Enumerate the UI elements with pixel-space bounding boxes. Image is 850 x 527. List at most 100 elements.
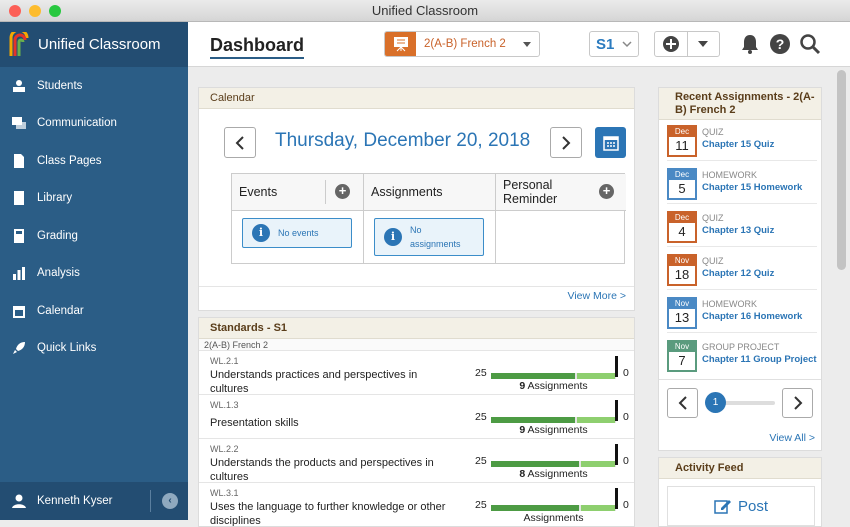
recent-assignments-header: Recent Assignments - 2(A-B) French 2 (659, 88, 821, 120)
assignment-type: GROUP PROJECT (702, 342, 780, 352)
personal-reminder-header: Personal Reminder (503, 178, 558, 206)
minimize-window-button[interactable] (29, 5, 41, 17)
due-month: Nov (669, 299, 695, 309)
previous-day-button[interactable] (224, 127, 256, 158)
next-page-button[interactable] (782, 388, 813, 418)
calculator-icon (14, 228, 24, 243)
assignment-item[interactable]: Nov 7 GROUP PROJECT Chapter 11 Group Proj… (667, 337, 817, 376)
user-menu[interactable]: Kenneth Kyser ‹ (0, 482, 188, 520)
standard-scale-max: 0 (623, 411, 629, 423)
standard-scale-min: 25 (475, 411, 487, 423)
calendar-card-header: Calendar (199, 88, 634, 109)
due-day: 11 (675, 138, 689, 153)
sidebar-item-communication[interactable]: Communication (0, 105, 188, 143)
sidebar-item-label: Students (37, 79, 83, 92)
standard-progress-bar (491, 461, 616, 467)
window-title: Unified Classroom (371, 3, 479, 18)
zoom-window-button[interactable] (49, 5, 61, 17)
next-day-button[interactable] (550, 127, 582, 158)
info-icon: i (252, 224, 270, 242)
due-date-icon: Dec 4 (667, 211, 697, 243)
post-button[interactable]: Post (667, 486, 815, 526)
class-selector-label: 2(A-B) French 2 (424, 38, 506, 50)
assignments-header: Assignments (371, 185, 443, 199)
standard-row[interactable]: WL.2.1 Understands practices and perspec… (199, 351, 634, 395)
standard-description: Understands the products and perspective… (210, 457, 434, 483)
due-month: Dec (669, 213, 695, 223)
assignment-item[interactable]: Dec 11 QUIZ Chapter 15 Quiz (667, 122, 817, 161)
window-titlebar: Unified Classroom (0, 0, 850, 22)
view-all-link[interactable]: View All > (769, 432, 815, 444)
standard-progress-bar (491, 417, 616, 423)
standards-card: Standards - S1 2(A-B) French 2 WL.2.1 Un… (198, 317, 635, 527)
standard-scale-max: 0 (623, 455, 629, 467)
sidebar-item-label: Quick Links (37, 342, 97, 355)
standard-description: Presentation skills (210, 417, 299, 429)
assignment-count: 9 Assignments (491, 424, 616, 436)
add-dropdown-button[interactable] (686, 32, 719, 56)
due-day: 7 (678, 353, 686, 368)
sidebar-item-class-pages[interactable]: Class Pages (0, 142, 188, 180)
help-icon[interactable]: ? (769, 33, 791, 55)
assignment-name: Chapter 15 Homework (702, 182, 803, 193)
day-agenda-grid: Events + i No events Assignments i No as… (231, 173, 626, 264)
standard-code: WL.1.3 (210, 400, 239, 410)
bell-icon[interactable] (739, 33, 761, 55)
class-selector[interactable]: 2(A-B) French 2 (384, 31, 540, 57)
collapse-sidebar-button[interactable]: ‹ (162, 493, 178, 509)
chevron-down-icon (523, 41, 531, 47)
rocket-icon (13, 342, 25, 355)
assignment-item[interactable]: Dec 4 QUIZ Chapter 13 Quiz (667, 208, 817, 247)
brand-name: Unified Classroom (38, 36, 161, 53)
view-more-link[interactable]: View More > (568, 290, 626, 302)
standard-scale-min: 25 (475, 499, 487, 511)
chevron-left-icon (678, 396, 687, 410)
main-content: Calendar Thursday, December 20, 2018 Eve… (188, 67, 850, 527)
vertical-scrollbar[interactable] (837, 70, 846, 270)
assignment-item[interactable]: Nov 13 HOMEWORK Chapter 16 Homework (667, 294, 817, 333)
sidebar-item-calendar[interactable]: Calendar (0, 292, 188, 330)
assignment-name: Chapter 13 Quiz (702, 225, 775, 236)
edit-icon (714, 500, 731, 514)
brand[interactable]: Unified Classroom (0, 22, 188, 67)
sidebar-item-students[interactable]: Students (0, 67, 188, 105)
semester-selector[interactable]: S1 (589, 31, 639, 57)
previous-page-button[interactable] (667, 388, 698, 418)
standard-description: Uses the language to further knowledge o… (210, 501, 446, 527)
standard-description: Understands practices and perspectives i… (210, 369, 418, 395)
open-calendar-button[interactable] (595, 127, 626, 158)
students-icon (13, 79, 25, 92)
no-events-text: No events (278, 228, 319, 238)
search-icon[interactable] (799, 33, 821, 55)
add-event-button[interactable]: + (335, 184, 350, 199)
assignment-count: Assignments (491, 512, 616, 524)
assignment-name: Chapter 12 Quiz (702, 268, 775, 279)
due-month: Nov (669, 342, 695, 352)
add-menu (654, 31, 720, 57)
close-window-button[interactable] (9, 5, 21, 17)
due-day: 13 (674, 310, 690, 325)
sidebar: Unified Classroom Students Communication… (0, 22, 188, 520)
standard-progress-bar (491, 373, 616, 379)
plus-circle-icon (662, 36, 679, 52)
info-icon: i (384, 228, 402, 246)
chevron-right-icon (793, 396, 802, 410)
sidebar-item-quick-links[interactable]: Quick Links (0, 330, 188, 368)
presentation-board-icon (385, 32, 416, 56)
due-month: Dec (669, 170, 695, 180)
assignment-item[interactable]: Dec 5 HOMEWORK Chapter 15 Homework (667, 165, 817, 204)
assignment-name: Chapter 16 Homework (702, 311, 803, 322)
due-day: 5 (678, 181, 686, 196)
standard-row[interactable]: WL.3.1 Uses the language to further know… (199, 483, 634, 527)
sidebar-item-library[interactable]: Library (0, 180, 188, 218)
current-page-indicator[interactable]: 1 (705, 392, 726, 413)
assignment-item[interactable]: Nov 18 QUIZ Chapter 12 Quiz (667, 251, 817, 290)
standard-row[interactable]: WL.2.2 Understands the products and pers… (199, 439, 634, 483)
sidebar-item-analysis[interactable]: Analysis (0, 255, 188, 293)
page-title: Dashboard (210, 35, 305, 59)
standard-row[interactable]: WL.1.3 Presentation skills 25 0 9 Assign… (199, 395, 634, 439)
add-reminder-button[interactable]: + (599, 184, 614, 199)
add-button[interactable] (655, 32, 687, 56)
sidebar-item-grading[interactable]: Grading (0, 217, 188, 255)
due-month: Nov (669, 256, 695, 266)
